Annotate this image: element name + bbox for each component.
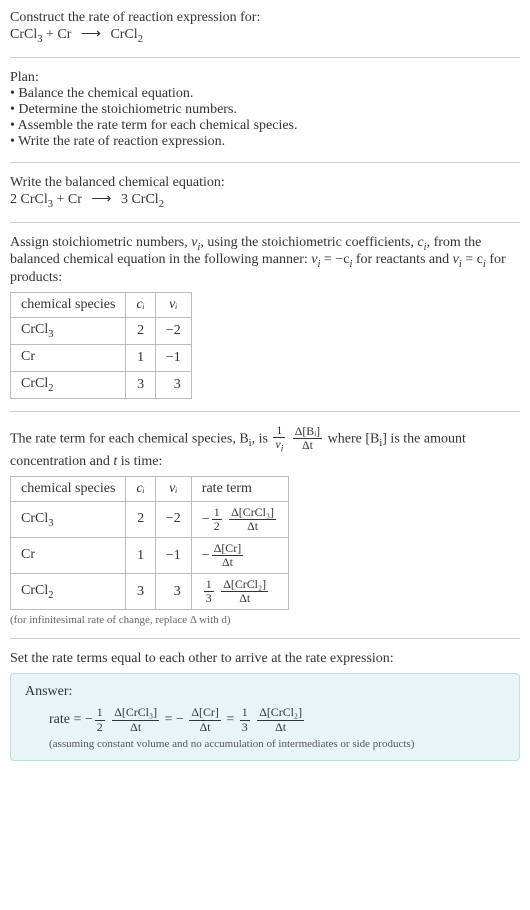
col-nui: νᵢ [155, 476, 191, 501]
col-ci: cᵢ [126, 293, 155, 318]
species-cell: CrCl3 [11, 318, 126, 345]
answer-label: Answer: [25, 684, 505, 700]
divider [10, 162, 520, 163]
rate-term-section: The rate term for each chemical species,… [10, 424, 520, 627]
arrow-icon: ⟶ [81, 26, 101, 43]
bal-reactant-2: + Cr [53, 192, 82, 207]
ci-cell: 1 [126, 538, 155, 574]
nui-cell: −2 [155, 501, 191, 537]
frac-third: 13 [240, 706, 250, 733]
infinitesimal-note: (for infinitesimal rate of change, repla… [10, 614, 520, 626]
table-row: CrCl3 2 −2 −12 Δ[CrCl₃]Δt [11, 501, 289, 537]
frac-half: 12 [95, 706, 105, 733]
table-header-row: chemical species cᵢ νᵢ [11, 293, 192, 318]
reactant-1: CrCl [10, 27, 37, 42]
final-section: Set the rate terms equal to each other t… [10, 651, 520, 760]
divider [10, 57, 520, 58]
answer-box: Answer: rate = −12 Δ[CrCl₃]Δt = − Δ[Cr]Δ… [10, 673, 520, 760]
bal-reactant-1: 2 CrCl [10, 192, 48, 207]
prompt-title: Construct the rate of reaction expressio… [10, 10, 520, 26]
nui-cell: −2 [155, 318, 191, 345]
ci-cell: 2 [126, 318, 155, 345]
col-ci: cᵢ [126, 476, 155, 501]
rate-term-table: chemical species cᵢ νᵢ rate term CrCl3 2… [10, 476, 289, 611]
divider [10, 411, 520, 412]
stoich-t4: for reactants and [352, 252, 452, 267]
table-row: Cr 1 −1 [11, 344, 192, 371]
table-row: CrCl2 3 3 13 Δ[CrCl₂]Δt [11, 574, 289, 610]
rate-expression: rate = −12 Δ[CrCl₃]Δt = − Δ[Cr]Δt = 13 Δ… [49, 706, 505, 733]
ci-cell: 3 [126, 371, 155, 398]
rt-t5: is time: [117, 454, 162, 469]
nui-cell: 3 [155, 574, 191, 610]
species-cell: CrCl3 [11, 501, 126, 537]
plan-bullet-2: • Determine the stoichiometric numbers. [10, 102, 520, 118]
rate-term-cell: 13 Δ[CrCl₂]Δt [191, 574, 288, 610]
eq-sign-2: = [226, 712, 237, 727]
stoich-table: chemical species cᵢ νᵢ CrCl3 2 −2 Cr 1 −… [10, 292, 192, 398]
stoich-text: Assign stoichiometric numbers, νi, using… [10, 235, 520, 287]
prompt-section: Construct the rate of reaction expressio… [10, 10, 520, 45]
eq2c: = c [462, 252, 483, 267]
balanced-equation: 2 CrCl3 + Cr ⟶ 3 CrCl2 [10, 191, 520, 210]
col-species: chemical species [11, 293, 126, 318]
plan-bullet-1: • Balance the chemical equation. [10, 86, 520, 102]
table-row: Cr 1 −1 −Δ[Cr]Δt [11, 538, 289, 574]
bal-product-1: 3 CrCl [121, 192, 159, 207]
table-row: CrCl2 3 3 [11, 371, 192, 398]
species-cell: CrCl2 [11, 574, 126, 610]
rate-term-cell: −Δ[Cr]Δt [191, 538, 288, 574]
divider [10, 638, 520, 639]
stoich-t2: , using the stoichiometric coefficients, [200, 235, 417, 250]
balanced-section: Write the balanced chemical equation: 2 … [10, 175, 520, 210]
rt-t1: The rate term for each chemical species,… [10, 431, 249, 446]
stoich-section: Assign stoichiometric numbers, νi, using… [10, 235, 520, 399]
final-heading: Set the rate terms equal to each other t… [10, 651, 520, 667]
product-1: CrCl [110, 27, 137, 42]
balanced-heading: Write the balanced chemical equation: [10, 175, 520, 191]
arrow-icon: ⟶ [91, 191, 111, 208]
plan-heading: Plan: [10, 70, 520, 86]
reactant-2: + Cr [42, 27, 71, 42]
nui-cell: 3 [155, 371, 191, 398]
ci-cell: 3 [126, 574, 155, 610]
divider [10, 222, 520, 223]
rate-prefix: rate = − [49, 712, 93, 727]
col-species: chemical species [11, 476, 126, 501]
table-header-row: chemical species cᵢ νᵢ rate term [11, 476, 289, 501]
col-nui: νᵢ [155, 293, 191, 318]
frac-crcl3: Δ[CrCl₃]Δt [112, 706, 159, 733]
plan-bullet-3: • Assemble the rate term for each chemic… [10, 118, 520, 134]
ci-cell: 1 [126, 344, 155, 371]
plan-section: Plan: • Balance the chemical equation. •… [10, 70, 520, 150]
eq1c: = −c [320, 252, 349, 267]
rt-t3: where [B [328, 431, 380, 446]
answer-assumption-note: (assuming constant volume and no accumul… [49, 738, 505, 750]
plan-bullet-4: • Write the rate of reaction expression. [10, 134, 520, 150]
frac-crcl2: Δ[CrCl₂]Δt [257, 706, 304, 733]
rt-t2: , is [252, 431, 272, 446]
eq-sign-1: = − [165, 712, 184, 727]
table-row: CrCl3 2 −2 [11, 318, 192, 345]
species-cell: Cr [11, 538, 126, 574]
nui-cell: −1 [155, 344, 191, 371]
species-cell: Cr [11, 344, 126, 371]
prompt-equation: CrCl3 + Cr ⟶ CrCl2 [10, 26, 520, 45]
frac-dBi-dt: Δ[Bᵢ]Δt [293, 425, 322, 452]
col-rate-term: rate term [191, 476, 288, 501]
product-1-sub: 2 [138, 34, 143, 45]
stoich-t1: Assign stoichiometric numbers, [10, 235, 191, 250]
nui-cell: −1 [155, 538, 191, 574]
frac-cr: Δ[Cr]Δt [189, 706, 220, 733]
rate-term-cell: −12 Δ[CrCl₃]Δt [191, 501, 288, 537]
rate-term-text: The rate term for each chemical species,… [10, 424, 520, 470]
ci-cell: 2 [126, 501, 155, 537]
frac-1-over-nui: 1νi [273, 424, 285, 454]
species-cell: CrCl2 [11, 371, 126, 398]
bal-product-1-sub: 2 [159, 199, 164, 210]
